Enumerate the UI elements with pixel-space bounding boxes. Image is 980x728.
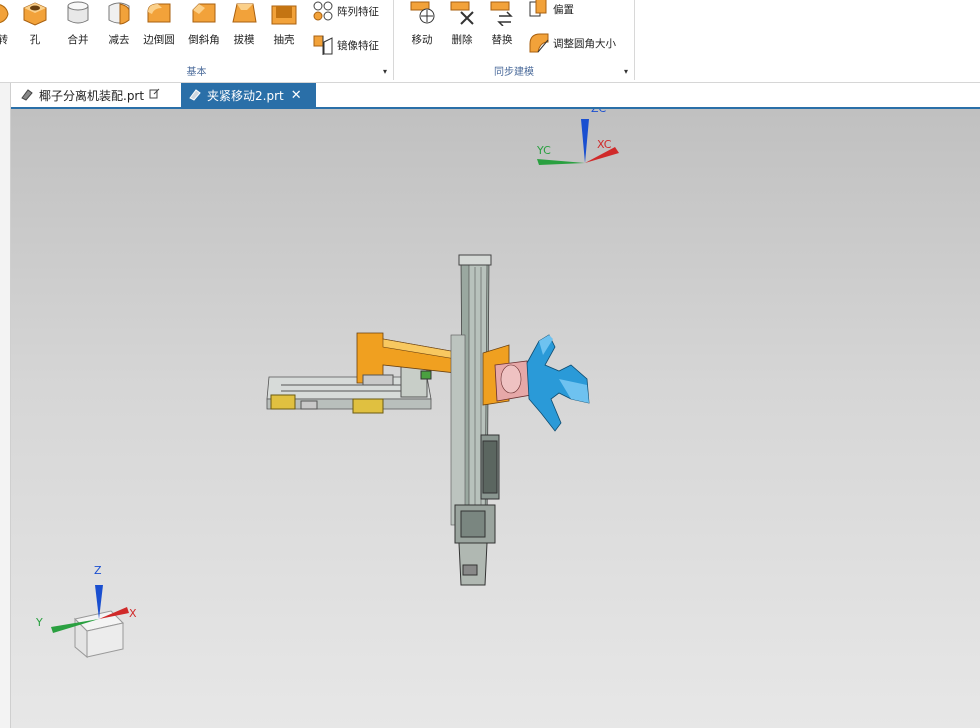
- mirror-feature-icon: [312, 34, 334, 56]
- model-canvas: ZC YC XC: [35, 109, 619, 659]
- graphics-viewport[interactable]: ZC YC XC: [11, 109, 980, 728]
- zc-axis-label: ZC: [591, 109, 607, 115]
- ribbon: 转 孔 合并 减去 边倒圆 倒斜角 拔模 抽壳 阵列特征 镜像特征 基本 ▾ 移…: [0, 0, 980, 83]
- yc-axis-label: YC: [536, 144, 551, 157]
- subtract-icon: [104, 0, 134, 26]
- y-axis-label: Y: [35, 616, 43, 629]
- pattern-feature-icon: [312, 0, 334, 22]
- replace-face-icon: [487, 0, 517, 27]
- close-tab-icon[interactable]: ✕: [291, 88, 302, 103]
- ribbon-group-basic: 转 孔 合并 减去 边倒圆 倒斜角 拔模 抽壳 阵列特征 镜像特征 基本 ▾: [0, 0, 394, 80]
- chamfer-button[interactable]: 倒斜角: [185, 0, 223, 47]
- tab-label: 椰子分离机装配.prt: [39, 88, 145, 103]
- part-file-icon: [188, 87, 202, 104]
- tab-assembly[interactable]: 椰子分离机装配.prt: [13, 83, 182, 107]
- draft-button[interactable]: 拔模: [225, 0, 263, 47]
- x-axis-label: X: [129, 607, 137, 620]
- shell-button[interactable]: 抽壳: [265, 0, 303, 47]
- document-tab-bar: 椰子分离机装配.prt 夹紧移动2.prt ✕: [11, 83, 980, 109]
- offset-face-button[interactable]: 偏置: [528, 0, 574, 20]
- resize-blend-icon: [528, 32, 550, 54]
- view-orientation-triad: Z Y X: [35, 564, 137, 659]
- unite-button[interactable]: 合并: [59, 0, 97, 47]
- edge-blend-button[interactable]: 边倒圆: [140, 0, 178, 47]
- delete-face-button[interactable]: 删除: [443, 0, 481, 47]
- unite-icon: [63, 0, 93, 26]
- group-expand-arrow-icon[interactable]: ▾: [624, 67, 628, 76]
- tab-clamp-move[interactable]: 夹紧移动2.prt ✕: [181, 83, 316, 107]
- offset-face-icon: [528, 0, 550, 20]
- chamfer-icon: [189, 0, 219, 26]
- yc-axis-arrow: [537, 159, 585, 165]
- ribbon-group-sync-modeling: 移动 删除 替换 偏置 调整圆角大小 同步建模 ▾: [394, 0, 635, 80]
- z-axis-label: Z: [94, 564, 102, 577]
- ribbon-group-basic-label: 基本: [186, 67, 207, 78]
- ribbon-group-sync-label: 同步建模: [494, 67, 534, 78]
- hole-button[interactable]: 孔: [16, 0, 54, 47]
- hole-icon: [20, 0, 50, 26]
- replace-face-button[interactable]: 替换: [483, 0, 521, 47]
- pattern-feature-button[interactable]: 阵列特征: [312, 0, 379, 22]
- edge-blend-icon: [144, 0, 174, 26]
- move-face-button[interactable]: 移动: [403, 0, 441, 47]
- shell-icon: [269, 0, 299, 26]
- part-file-icon: [20, 87, 34, 104]
- modified-indicator-icon: [149, 88, 160, 102]
- group-expand-arrow-icon[interactable]: ▾: [383, 67, 387, 76]
- revolve-button[interactable]: 转: [0, 0, 14, 47]
- zc-axis-arrow: [581, 119, 589, 163]
- assembly-model[interactable]: [266, 254, 590, 586]
- tab-label: 夹紧移动2.prt: [207, 88, 284, 103]
- resize-blend-button[interactable]: 调整圆角大小: [528, 32, 616, 54]
- resource-bar[interactable]: [0, 83, 11, 728]
- draft-icon: [229, 0, 259, 26]
- mirror-feature-button[interactable]: 镜像特征: [312, 34, 379, 56]
- xc-axis-label: XC: [597, 138, 612, 151]
- wcs-triad: ZC YC XC: [536, 109, 619, 165]
- delete-face-icon: [447, 0, 477, 26]
- move-face-icon: [407, 0, 437, 26]
- revolve-icon: [0, 0, 16, 26]
- subtract-button[interactable]: 减去: [100, 0, 138, 47]
